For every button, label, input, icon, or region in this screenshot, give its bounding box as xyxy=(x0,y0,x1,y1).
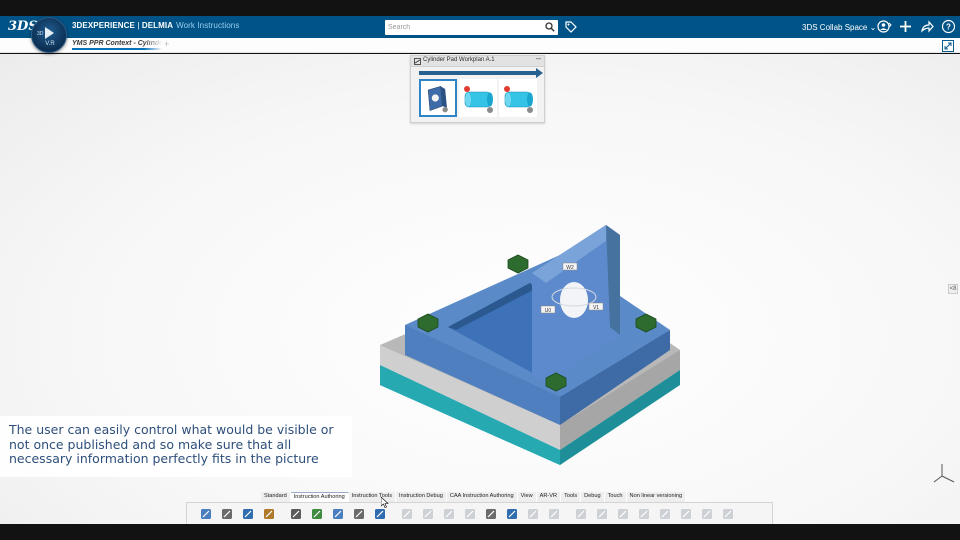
search-icon[interactable] xyxy=(545,22,555,32)
top-bar: 3DS 3DEXPERIENCE | DELMIA Work Instructio… xyxy=(0,16,960,38)
copy-icon[interactable] xyxy=(220,507,234,521)
tab-ppr-context[interactable]: YMS PPR Context - Cylinder xyxy=(72,40,162,50)
layout-icon[interactable] xyxy=(637,507,651,521)
section-tab-standard[interactable]: Standard xyxy=(261,492,291,502)
progress-fill xyxy=(419,71,537,75)
annotation-label: U0 xyxy=(545,308,552,314)
tag-icon[interactable] xyxy=(564,20,578,34)
annotation-v1[interactable]: V1 xyxy=(588,302,604,311)
undo-icon[interactable] xyxy=(262,507,276,521)
axis-triad-icon[interactable] xyxy=(930,460,958,488)
warning-icon[interactable] xyxy=(352,507,366,521)
section-tab-caa-instruction-authoring[interactable]: CAA Instruction Authoring xyxy=(446,492,518,502)
section-bar: Standard Instruction Authoring Instruction… xyxy=(261,492,687,502)
section-tab-tools[interactable]: Tools xyxy=(561,492,582,502)
svg-text:?: ? xyxy=(946,23,951,32)
help-icon[interactable]: ? xyxy=(941,19,956,34)
section-tab-debug[interactable]: Debug xyxy=(581,492,605,502)
action-bar xyxy=(186,502,773,524)
search-instruction-icon[interactable] xyxy=(310,507,324,521)
caption-box: The user can easily control what would b… xyxy=(0,416,352,477)
panel-header[interactable]: Cylinder Pad Workplan A.1 – xyxy=(411,53,544,67)
document-tab-row: YMS PPR Context - Cylinder + xyxy=(0,38,960,53)
part-icon[interactable] xyxy=(700,507,714,521)
section-tab-ar-vr[interactable]: AR-VR xyxy=(536,492,562,502)
section-tab-non-linear-versioning[interactable]: Non linear versioning xyxy=(626,492,687,502)
section-tab-touch[interactable]: Touch xyxy=(604,492,627,502)
app-name: Work Instructions xyxy=(176,21,240,30)
brand-separator: | xyxy=(135,21,142,30)
annotation-label: V1 xyxy=(593,305,599,311)
camera-delete-icon[interactable] xyxy=(442,507,456,521)
section-tab-view[interactable]: View xyxy=(517,492,537,502)
window-bottom-strip xyxy=(0,524,960,540)
add-icon[interactable] xyxy=(898,19,913,34)
arrow-icon[interactable] xyxy=(505,507,519,521)
app-title: 3DEXPERIENCE | DELMIA Work Instructions xyxy=(72,21,239,30)
side-panel-handle[interactable]: <8 xyxy=(948,284,958,294)
paste-icon[interactable] xyxy=(241,507,255,521)
validate-icon[interactable] xyxy=(331,507,345,521)
search-box[interactable] xyxy=(385,20,558,35)
play-icon xyxy=(45,27,54,39)
cut-icon[interactable] xyxy=(199,507,213,521)
user-profile-icon[interactable] xyxy=(877,19,892,34)
step-thumbnail-plate[interactable] xyxy=(419,79,457,117)
cylinder-assembly-icon xyxy=(504,86,533,113)
publish-icon[interactable] xyxy=(574,507,588,521)
chevron-down-icon: ⌄ xyxy=(869,23,877,32)
minimize-button[interactable]: – xyxy=(536,53,541,63)
pencil-icon[interactable] xyxy=(526,507,540,521)
section-tab-instruction-authoring[interactable]: Instruction Authoring xyxy=(290,492,349,502)
camera-icon[interactable] xyxy=(400,507,414,521)
caption-text: The user can easily control what would b… xyxy=(9,422,334,466)
collab-space-label: 3DS Collab Space xyxy=(802,23,868,32)
settings-icon[interactable] xyxy=(595,507,609,521)
panel-title: Cylinder Pad Workplan A.1 xyxy=(423,57,495,63)
share-icon[interactable] xyxy=(919,19,934,34)
brand-part2: DELMIA xyxy=(141,21,174,30)
section-tab-instruction-debug[interactable]: Instruction Debug xyxy=(396,492,447,502)
workplan-panel: Cylinder Pad Workplan A.1 – xyxy=(410,53,545,123)
animate-icon[interactable] xyxy=(658,507,672,521)
workplan-progress xyxy=(419,68,543,78)
workplan-icon xyxy=(414,58,421,65)
annotation-label: W2 xyxy=(566,265,574,271)
plate-part-icon xyxy=(427,86,448,113)
annotation-u0[interactable]: U0 xyxy=(540,305,556,314)
add-tab-button[interactable]: + xyxy=(164,39,169,49)
cylinder-assembly-icon xyxy=(464,86,493,113)
collab-space-selector[interactable]: 3DS Collab Space ⌄ xyxy=(802,23,876,32)
annotation-w2[interactable]: W2 xyxy=(562,262,578,271)
fullscreen-icon[interactable] xyxy=(942,40,954,52)
window-top-strip xyxy=(0,0,960,16)
camera-view-icon[interactable] xyxy=(463,507,477,521)
edit-instruction-icon[interactable] xyxy=(289,507,303,521)
progress-arrow xyxy=(536,68,543,78)
camera-add-icon[interactable] xyxy=(421,507,435,521)
align-icon[interactable] xyxy=(721,507,735,521)
sequence-icon[interactable] xyxy=(679,507,693,521)
mouse-cursor-icon xyxy=(381,497,389,508)
compass-button[interactable]: 3D V.R xyxy=(31,17,67,53)
step-thumbnail-cylinder-2[interactable] xyxy=(499,79,537,117)
brand-part1: 3DEXPERIENCE xyxy=(72,21,135,30)
compass-version: V.R xyxy=(45,41,55,47)
step-thumbnail-cylinder-1[interactable] xyxy=(459,79,497,117)
compass-3d-label: 3D xyxy=(37,31,44,37)
frame-icon[interactable] xyxy=(547,507,561,521)
capture-icon[interactable] xyxy=(373,507,387,521)
cad-model[interactable]: W2 U0 V1 xyxy=(370,215,690,475)
annotation-icon[interactable] xyxy=(484,507,498,521)
explode-icon[interactable] xyxy=(616,507,630,521)
search-input[interactable] xyxy=(388,21,538,34)
